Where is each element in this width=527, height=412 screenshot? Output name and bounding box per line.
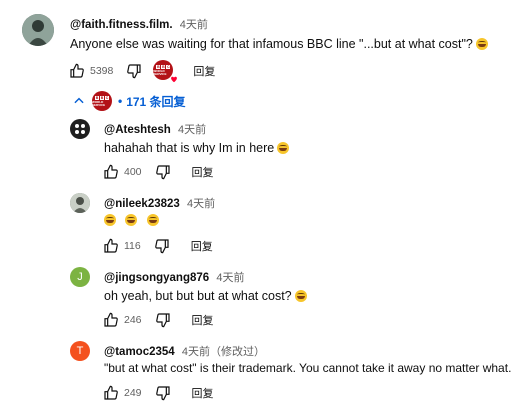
comment-time[interactable]: 4天前 bbox=[178, 124, 206, 136]
avatar[interactable] bbox=[22, 14, 54, 46]
laughing-emoji-icon bbox=[146, 214, 159, 226]
reply-button[interactable]: 回复 bbox=[191, 238, 213, 254]
reply-count: 171 条回复 bbox=[126, 94, 186, 109]
comment-time[interactable]: 4天前 bbox=[180, 19, 208, 31]
comment-actions: 116 回复 bbox=[100, 235, 213, 257]
comment-text bbox=[104, 213, 159, 227]
thumbs-down-icon bbox=[127, 64, 141, 79]
reply-comment: @Ateshtesh 4天前 hahahah that is why Im in… bbox=[0, 114, 527, 186]
dislike-button[interactable] bbox=[152, 382, 174, 404]
like-button[interactable] bbox=[100, 161, 122, 183]
comment-meta: @Ateshtesh 4天前 bbox=[104, 121, 206, 137]
laughing-emoji-icon bbox=[125, 214, 138, 226]
reply-comment: @nileek23823 4天前 116 回复 bbox=[0, 188, 527, 260]
dislike-button[interactable] bbox=[151, 235, 173, 257]
comment-text-body: "but at what cost" is their trademark. Y… bbox=[104, 361, 512, 375]
thumbs-down-icon bbox=[155, 313, 170, 328]
chevron-up-icon bbox=[74, 97, 84, 104]
thumbs-up-icon bbox=[104, 312, 118, 327]
like-count: 246 bbox=[124, 314, 142, 326]
like-count: 249 bbox=[124, 387, 142, 399]
like-count: 5398 bbox=[90, 65, 114, 77]
comment-time[interactable]: 4天前 bbox=[187, 198, 215, 210]
reply-comment: T @tamoc2354 4天前（修改过） "but at what cost"… bbox=[0, 336, 527, 412]
comment-meta: @tamoc2354 4天前（修改过） bbox=[104, 343, 265, 359]
comment-time[interactable]: 4天前（修改过） bbox=[182, 346, 265, 358]
comment-actions: 5398 B B C WORLD SERVICE 回复 bbox=[66, 60, 215, 84]
hide-replies-toggle[interactable]: B B C WORLD SERVICE • 171 条回复 bbox=[72, 90, 186, 112]
comment-author[interactable]: @tamoc2354 bbox=[104, 346, 175, 358]
comment-text: "but at what cost" is their trademark. Y… bbox=[104, 361, 511, 375]
thumbs-down-icon bbox=[155, 386, 170, 401]
heart-icon bbox=[170, 75, 179, 84]
comment-actions: 246 回复 bbox=[100, 309, 214, 331]
thumbs-down-icon bbox=[155, 165, 170, 180]
comment-time[interactable]: 4天前 bbox=[216, 272, 244, 284]
top-comment: @faith.fitness.film. 4天前 Anyone else was… bbox=[0, 0, 527, 90]
comment-text-body: hahahah that is why Im in here bbox=[104, 141, 275, 155]
reply-button[interactable]: 回复 bbox=[193, 63, 215, 79]
comment-meta: @faith.fitness.film. 4天前 bbox=[70, 16, 208, 32]
like-button[interactable] bbox=[100, 309, 122, 331]
avatar[interactable]: J bbox=[70, 267, 90, 287]
comment-text: hahahah that is why Im in here bbox=[104, 141, 290, 155]
avatar-letter: J bbox=[77, 271, 83, 283]
like-button[interactable] bbox=[100, 382, 122, 404]
comment-actions: 400 回复 bbox=[100, 161, 214, 183]
reply-button[interactable]: 回复 bbox=[192, 164, 214, 180]
comment-author[interactable]: @jingsongyang876 bbox=[104, 272, 209, 284]
rolling-laughing-emoji-icon bbox=[277, 142, 290, 154]
comment-author[interactable]: @Ateshtesh bbox=[104, 124, 171, 136]
comment-text: Anyone else was waiting for that infamou… bbox=[70, 37, 488, 51]
rolling-laughing-emoji-icon bbox=[294, 290, 307, 302]
like-count: 116 bbox=[124, 240, 141, 252]
avatar[interactable] bbox=[70, 119, 90, 139]
avatar[interactable]: T bbox=[70, 341, 90, 361]
reply-comment: J @jingsongyang876 4天前 oh yeah, but but … bbox=[0, 262, 527, 334]
dislike-button[interactable] bbox=[152, 161, 174, 183]
like-button[interactable] bbox=[66, 60, 88, 82]
reply-button[interactable]: 回复 bbox=[192, 312, 214, 328]
like-count: 400 bbox=[124, 166, 142, 178]
badge-text: WORLD SERVICE bbox=[92, 99, 106, 107]
dislike-button[interactable] bbox=[152, 309, 174, 331]
comment-author[interactable]: @nileek23823 bbox=[104, 198, 180, 210]
reply-button[interactable]: 回复 bbox=[192, 385, 214, 401]
separator-dot: • bbox=[118, 94, 123, 108]
comment-text-body: Anyone else was waiting for that infamou… bbox=[70, 37, 473, 51]
comment-text: oh yeah, but but but at what cost? bbox=[104, 289, 307, 303]
thumbs-up-icon bbox=[104, 385, 118, 400]
avatar[interactable] bbox=[70, 193, 90, 213]
comment-meta: @nileek23823 4天前 bbox=[104, 195, 215, 211]
comment-author[interactable]: @faith.fitness.film. bbox=[70, 19, 173, 31]
thumbs-up-icon bbox=[104, 164, 118, 179]
dislike-button[interactable] bbox=[123, 60, 145, 82]
creator-avatar: B B C WORLD SERVICE bbox=[92, 91, 112, 111]
laughing-emoji-icon bbox=[475, 38, 488, 50]
thumbs-up-icon bbox=[104, 238, 118, 253]
laughing-emoji-icon bbox=[104, 214, 116, 226]
comment-meta: @jingsongyang876 4天前 bbox=[104, 269, 244, 285]
avatar-letter: T bbox=[76, 345, 84, 357]
thumbs-down-icon bbox=[154, 239, 169, 254]
comment-actions: 249 回复 bbox=[100, 382, 214, 404]
thumbs-up-icon bbox=[70, 63, 84, 78]
creator-heart-badge: B B C WORLD SERVICE bbox=[153, 60, 179, 84]
like-button[interactable] bbox=[100, 235, 122, 257]
comment-text-body: oh yeah, but but but at what cost? bbox=[104, 289, 292, 303]
